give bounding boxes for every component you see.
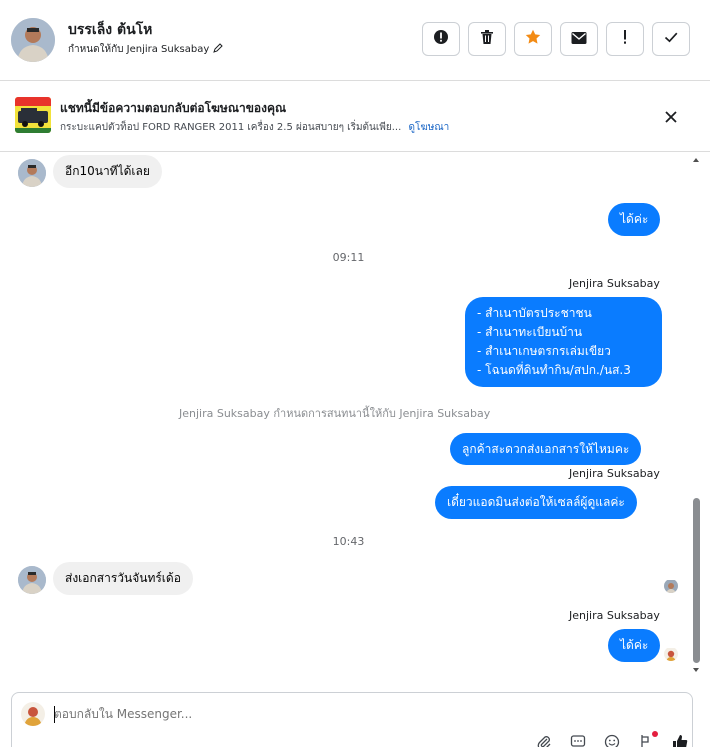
paperclip-icon <box>536 734 552 747</box>
trash-icon <box>479 29 495 49</box>
outgoing-message[interactable]: ลูกค้าสะดวกส่งเอกสารให้ไหมคะ <box>450 433 642 465</box>
contact-name: บรรเล็ง ต้นโห <box>68 22 153 38</box>
ad-description-text: กระบะแคปตัวท็อป FORD RANGER 2011 เครื่อง… <box>60 122 402 133</box>
mark-spam-button[interactable] <box>422 22 460 56</box>
scrollbar-thumb[interactable] <box>693 498 700 663</box>
outgoing-message[interactable]: เดี๋ยวแอดมินส่งต่อให้เซลล์ผู้ดูแลค่ะ <box>435 486 637 519</box>
reply-composer <box>11 692 693 747</box>
outgoing-message[interactable]: ได้ค่ะ <box>608 629 661 662</box>
tag-button[interactable] <box>636 731 658 747</box>
mark-done-button[interactable] <box>652 22 690 56</box>
star-button[interactable] <box>514 22 552 56</box>
seen-receipt-avatar <box>664 579 678 593</box>
ad-banner-description: กระบะแคปตัวท็อป FORD RANGER 2011 เครื่อง… <box>60 120 449 135</box>
reply-input[interactable] <box>54 707 454 721</box>
like-button[interactable] <box>670 734 690 747</box>
emoji-icon <box>604 734 620 747</box>
outgoing-message[interactable]: - สำเนาบัตรประชาชน - สำเนาทะเบียนบ้าน - … <box>465 297 662 387</box>
message-line: - สำเนาทะเบียนบ้าน <box>477 325 583 339</box>
contact-avatar-small[interactable] <box>18 566 46 594</box>
message-line: - สำเนาเกษตรกรเล่มเขียว <box>477 344 611 358</box>
close-icon <box>662 111 680 130</box>
incoming-message[interactable]: ส่งเอกสารวันจันทร์เด้อ <box>53 562 193 595</box>
sender-name: Jenjira Suksabay <box>569 277 660 290</box>
check-icon <box>663 29 679 49</box>
message-line: - สำเนาบัตรประชาชน <box>477 306 592 320</box>
emoji-button[interactable] <box>602 734 622 747</box>
exclamation-icon <box>623 29 627 49</box>
conversation-header: บรรเล็ง ต้นโห กำหนดให้กับ Jenjira Suksab… <box>0 0 710 81</box>
timestamp: 10:43 <box>332 535 365 548</box>
pencil-icon[interactable] <box>213 43 223 56</box>
ad-reply-banner: แชทนี้มีข้อความตอบกลับต่อโฆษณาของคุณ กระ… <box>0 81 710 152</box>
alert-circle-icon <box>433 29 449 49</box>
timestamp: 09:11 <box>332 251 365 264</box>
assigned-text: กำหนดให้กับ Jenjira Suksabay <box>68 44 210 55</box>
follow-up-button[interactable] <box>606 22 644 56</box>
saved-replies-button[interactable] <box>568 734 588 747</box>
contact-avatar[interactable] <box>11 18 55 62</box>
view-ad-link[interactable]: ดูโฆษณา <box>408 122 449 133</box>
sender-name: Jenjira Suksabay <box>569 467 660 480</box>
thumbs-up-icon <box>671 733 689 747</box>
composer-tools <box>534 731 690 747</box>
contact-avatar-small[interactable] <box>18 159 46 187</box>
system-message: Jenjira Suksabay กำหนดการสนทนานี้ให้กับ … <box>179 407 491 420</box>
assignment-label[interactable]: กำหนดให้กับ Jenjira Suksabay <box>68 42 223 57</box>
mail-icon <box>571 30 587 49</box>
notification-dot <box>652 731 658 737</box>
chat-template-icon <box>570 734 586 747</box>
tag-icon <box>638 734 654 747</box>
close-banner-button[interactable] <box>662 108 680 126</box>
ad-thumbnail[interactable] <box>15 97 51 133</box>
outgoing-message[interactable]: ได้ค่ะ <box>608 203 661 236</box>
mark-unread-button[interactable] <box>560 22 598 56</box>
header-actions <box>422 22 690 56</box>
star-icon <box>525 29 541 49</box>
message-thread[interactable]: อีก10นาทีได้เลย ได้ค่ะ 09:11 Jenjira Suk… <box>0 152 710 690</box>
message-line: - โฉนดที่ดินทำกิน/สปก./นส.3 <box>477 363 631 377</box>
sender-name: Jenjira Suksabay <box>569 609 660 622</box>
ad-banner-title: แชทนี้มีข้อความตอบกลับต่อโฆษณาของคุณ <box>60 101 287 115</box>
incoming-message[interactable]: อีก10นาทีได้เลย <box>53 155 162 188</box>
user-avatar <box>21 702 45 726</box>
delete-button[interactable] <box>468 22 506 56</box>
attach-button[interactable] <box>534 734 554 747</box>
seen-receipt-avatar <box>664 647 678 661</box>
